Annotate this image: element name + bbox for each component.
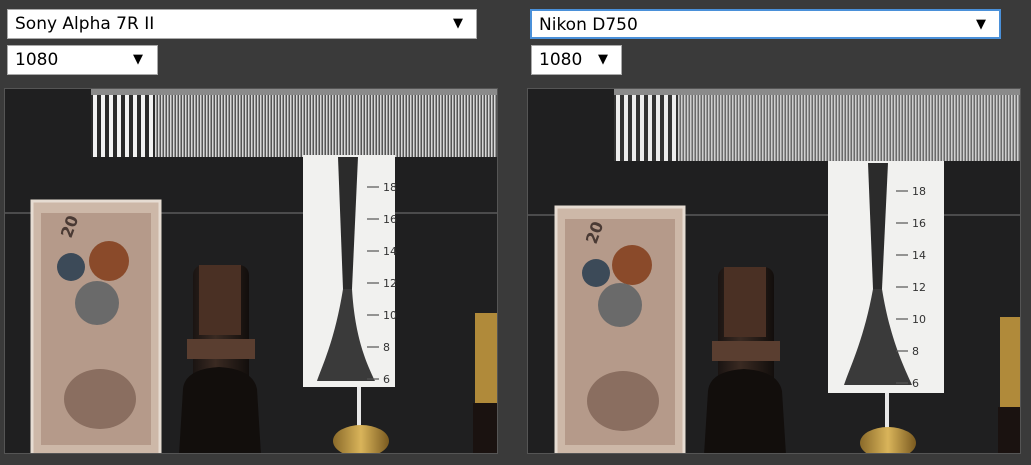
right-scale-label-6: 6 (912, 377, 919, 390)
left-banknote (30, 199, 162, 453)
left-resolution-fine-bars (155, 89, 497, 157)
left-scene: 18 16 14 12 10 8 6 20 (5, 89, 497, 453)
chevron-down-icon: ▼ (133, 52, 143, 67)
left-scale-label-16: 16 (383, 213, 397, 226)
right-scale-label-18: 18 (912, 185, 926, 198)
right-wedge-card (828, 161, 944, 393)
right-scene: 18 16 14 12 10 8 6 20 (528, 89, 1020, 453)
left-wedge-card (303, 155, 395, 387)
comparison-view: Sony Alpha 7R II ▼ 1080 ▼ Nikon D750 ▼ 1… (0, 0, 1031, 465)
left-camera-select[interactable]: Sony Alpha 7R II ▼ (7, 9, 477, 39)
left-scale-label-14: 14 (383, 245, 397, 258)
chevron-down-icon: ▼ (598, 52, 608, 67)
left-resolution-select[interactable]: 1080 ▼ (7, 45, 158, 75)
right-banknote (554, 205, 686, 453)
left-camera-select-value: Sony Alpha 7R II (15, 14, 155, 34)
left-scale-label-18: 18 (383, 181, 397, 194)
left-scale-label-6: 6 (383, 373, 390, 386)
right-bottle (704, 267, 786, 453)
left-bottle (179, 265, 261, 453)
left-sample-image[interactable]: 18 16 14 12 10 8 6 20 (4, 88, 498, 454)
right-scale-label-16: 16 (912, 217, 926, 230)
right-sample-image[interactable]: 18 16 14 12 10 8 6 20 (527, 88, 1021, 454)
right-scale-label-8: 8 (912, 345, 919, 358)
left-scale-label-10: 10 (383, 309, 397, 322)
left-scale-label-12: 12 (383, 277, 397, 290)
right-resolution-select-value: 1080 (539, 50, 583, 70)
right-scale-label-10: 10 (912, 313, 926, 326)
left-scale-label-8: 8 (383, 341, 390, 354)
left-resolution-select-value: 1080 (15, 50, 59, 70)
chevron-down-icon: ▼ (976, 17, 986, 32)
right-scale-label-14: 14 (912, 249, 926, 262)
right-resolution-fine-bars (678, 89, 1020, 161)
right-resolution-select[interactable]: 1080 ▼ (531, 45, 622, 75)
right-scale-label-12: 12 (912, 281, 926, 294)
right-camera-select[interactable]: Nikon D750 ▼ (530, 9, 1001, 39)
chevron-down-icon: ▼ (453, 16, 463, 31)
right-camera-select-value: Nikon D750 (539, 15, 638, 35)
